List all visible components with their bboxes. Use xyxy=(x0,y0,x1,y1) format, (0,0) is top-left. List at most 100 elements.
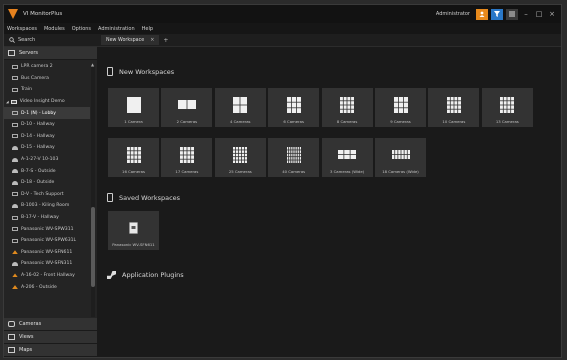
servers-section[interactable]: Servers xyxy=(4,47,97,60)
workspace-layout-tile[interactable]: 4 Cameras xyxy=(214,88,266,127)
workspace-icon xyxy=(107,67,113,76)
tab-new-workspace[interactable]: New Workspace × xyxy=(101,35,160,45)
workspace-layout-tile[interactable]: 13 Cameras xyxy=(481,88,533,127)
scrollbar-thumb[interactable] xyxy=(91,207,95,287)
camera-icon xyxy=(12,87,18,92)
views-section[interactable]: Views xyxy=(4,331,97,344)
tree-item-label: B-17-V - Hallway xyxy=(21,215,59,221)
sidebar: Search Servers LPR camera 2 Bus Camera Tra… xyxy=(4,34,97,357)
tree-item-label: D-18 - Outside xyxy=(21,180,55,186)
tree-item[interactable]: B-7-S - Outside xyxy=(4,165,90,177)
tree-item[interactable]: A-1-27-V 10-103 xyxy=(4,154,90,166)
tree-item[interactable]: B-17-V - Hallway xyxy=(4,212,90,224)
tree-item[interactable]: D-10 - Hallway xyxy=(4,119,90,131)
menu-modules[interactable]: Modules xyxy=(44,26,65,32)
workspace-layout-tile[interactable]: 16 Cameras xyxy=(108,138,159,177)
menu-administration[interactable]: Administration xyxy=(98,26,135,32)
workspace-layout-tile[interactable]: 17 Cameras xyxy=(161,138,213,177)
workspace-layout-tile[interactable]: 3 Cameras (Wide) xyxy=(321,138,373,177)
warning-icon xyxy=(12,273,18,278)
tree-item[interactable]: D-18 - Outside xyxy=(4,177,90,189)
tree-item[interactable]: D-14 - Hallway xyxy=(4,131,90,143)
tree-item[interactable]: Panasonic WV-SPW311 xyxy=(4,223,90,235)
layout-9-icon xyxy=(393,96,408,113)
tab-close-icon[interactable]: × xyxy=(150,37,154,43)
tree-item[interactable]: LPR camera 2 xyxy=(4,61,90,73)
layout-13-icon xyxy=(500,96,515,113)
workspace-layout-tile[interactable]: 6 Cameras xyxy=(268,88,320,127)
menu-help[interactable]: Help xyxy=(142,26,153,32)
new-workspaces-header: New Workspaces xyxy=(107,67,174,76)
cameras-section[interactable]: Cameras xyxy=(4,318,97,331)
tree-item-label: Panasonic WV-SFN311 xyxy=(21,261,73,267)
dome-icon xyxy=(12,169,18,174)
add-tab-icon[interactable]: + xyxy=(163,37,168,44)
maps-section[interactable]: Maps xyxy=(4,344,97,357)
layout-10-icon xyxy=(446,96,461,113)
tree-item[interactable]: Panasonic WV-SFN611 xyxy=(4,247,90,259)
workspace-layout-tile[interactable]: 1 Camera xyxy=(108,88,159,127)
menu-options[interactable]: Options xyxy=(72,26,91,32)
tree-item[interactable]: A-206 - Outside xyxy=(4,281,90,293)
plugin-icon xyxy=(107,271,116,279)
workspace-layout-tile[interactable]: 10 Cameras xyxy=(428,88,480,127)
cameras-label: Cameras xyxy=(19,321,42,327)
user-name[interactable]: Administrator xyxy=(436,11,470,17)
workspace-layout-label: 25 Cameras xyxy=(228,169,252,174)
tree-item[interactable]: D-1 (N) - Lobby xyxy=(4,107,90,119)
tree-item[interactable]: Panasonic WV-SPW631L xyxy=(4,235,90,247)
saved-workspace-icon xyxy=(129,219,138,236)
workspace-layout-tile[interactable]: 2 Cameras xyxy=(161,88,213,127)
warning-icon xyxy=(12,285,18,290)
tree-item[interactable]: ◢ Video Insight Demo xyxy=(4,96,90,108)
layout-wide-3-icon xyxy=(338,146,357,163)
tree-item-label: LPR camera 2 xyxy=(21,64,53,70)
tree-item[interactable]: D-V - Tech Support xyxy=(4,189,90,201)
camera-icon xyxy=(12,134,18,139)
tree-item[interactable]: Bus Camera xyxy=(4,73,90,85)
menu-icon[interactable] xyxy=(506,8,518,20)
sidebar-scrollbar[interactable] xyxy=(91,67,95,317)
layout-2-icon xyxy=(177,96,196,113)
workspace-layout-label: 18 Cameras (Wide) xyxy=(382,169,419,174)
dome-icon xyxy=(12,145,18,150)
workspace-layout-tile[interactable]: 9 Cameras xyxy=(375,88,426,127)
workspace-layout-tile[interactable]: 25 Cameras xyxy=(214,138,266,177)
tree-item[interactable]: Panasonic WV-SFN311 xyxy=(4,258,90,270)
minimize-button[interactable]: – xyxy=(521,9,531,20)
warning-icon xyxy=(12,250,18,255)
server-tree: LPR camera 2 Bus Camera Train ◢ Video Insigh… xyxy=(4,61,90,317)
tree-item-label: A-16-02 - Front Hallway xyxy=(21,272,75,278)
tree-item-label: D-14 - Hallway xyxy=(21,133,55,139)
maximize-button[interactable]: □ xyxy=(534,9,544,20)
workspace-area: New Workspace × + New Workspaces 1 Camer… xyxy=(97,34,561,357)
camera-icon xyxy=(12,111,18,116)
tree-item[interactable]: D-15 - Hallway xyxy=(4,142,90,154)
layout-40-icon xyxy=(286,146,301,163)
tree-item[interactable]: B-1003 - Kiling Room xyxy=(4,200,90,212)
sidebar-search[interactable]: Search xyxy=(4,34,97,47)
workspace-layout-label: 8 Cameras xyxy=(336,119,358,124)
tree-item[interactable]: A-16-02 - Front Hallway xyxy=(4,270,90,282)
workspace-layout-tile[interactable]: 18 Cameras (Wide) xyxy=(375,138,426,177)
camera-icon xyxy=(12,215,18,220)
search-label: Search xyxy=(18,37,36,43)
close-button[interactable]: × xyxy=(547,9,557,20)
saved-workspace-label: Panasonic WV-SFN611 xyxy=(112,242,155,247)
layout-17-icon xyxy=(179,146,194,163)
title-bar: VI MonitorPlus Administrator – □ × xyxy=(4,5,561,23)
camera-icon xyxy=(12,227,18,232)
filter-icon[interactable] xyxy=(491,8,503,20)
camera-icon xyxy=(12,238,18,243)
menu-workspaces[interactable]: Workspaces xyxy=(7,26,37,32)
saved-workspaces-title: Saved Workspaces xyxy=(119,193,181,202)
workspace-layout-label: 3 Cameras (Wide) xyxy=(330,169,365,174)
expand-icon[interactable]: ◢ xyxy=(6,100,9,104)
user-icon[interactable] xyxy=(476,8,488,20)
tree-item[interactable]: Train xyxy=(4,84,90,96)
workspace-layout-tile[interactable]: 40 Cameras xyxy=(268,138,320,177)
workspace-layout-label: 6 Cameras xyxy=(283,119,304,124)
workspace-layout-tile[interactable]: 8 Cameras xyxy=(321,88,373,127)
saved-workspace-tile[interactable]: Panasonic WV-SFN611 xyxy=(108,211,159,250)
workspace-layout-label: 2 Cameras xyxy=(176,119,198,124)
